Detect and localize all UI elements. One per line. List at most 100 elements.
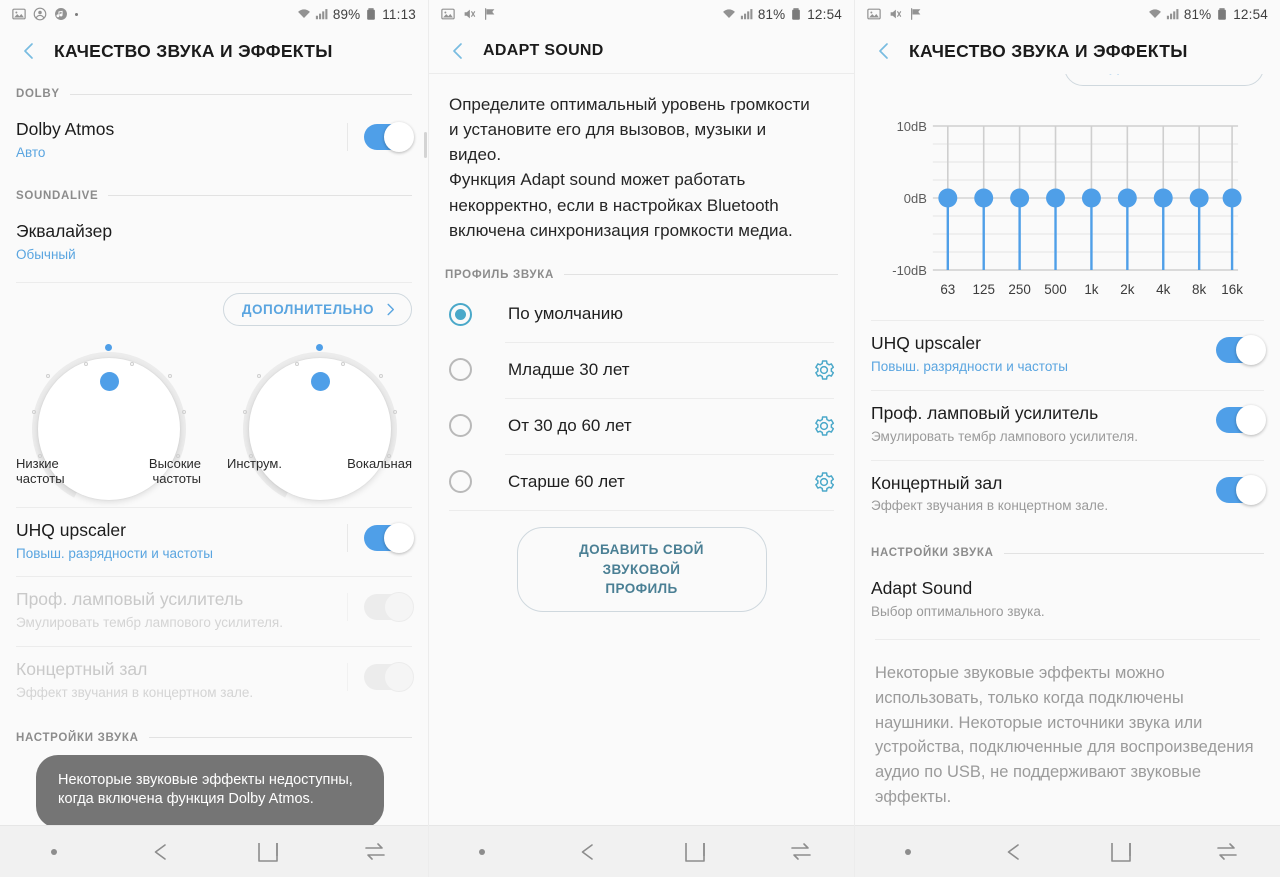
add-button-line-2: ПРОФИЛЬ: [605, 581, 678, 597]
advanced-button-1[interactable]: ДОПОЛНИТЕЛЬНО: [222, 292, 412, 326]
status-right-3: 81% 12:54: [1148, 7, 1268, 22]
profile-row-30to60[interactable]: От 30 до 60 лет: [429, 397, 854, 454]
wifi-icon: [297, 7, 311, 21]
status-left-icons-1: [12, 7, 78, 21]
toggle-knob: [384, 122, 414, 152]
nav-recents-2[interactable]: [748, 839, 854, 865]
section-dolby: DOLBY: [0, 74, 428, 106]
nav-home-2[interactable]: [642, 840, 748, 864]
dial-tick: [31, 409, 36, 414]
home-icon: [1110, 842, 1131, 862]
nav-back-2[interactable]: [535, 839, 641, 865]
nav-recents-3[interactable]: [1174, 839, 1280, 865]
concert-hall-toggle-3[interactable]: [1216, 474, 1266, 505]
row-texts: Проф. ламповый усилитель Эмулировать тем…: [16, 589, 347, 632]
row-subtitle: Эмулировать тембр лампового усилителя.: [16, 615, 283, 631]
row-equalizer[interactable]: Эквалайзер Обычный: [0, 208, 428, 278]
scrollbar-thumb-1[interactable]: [424, 132, 427, 158]
profile-row-under30[interactable]: Младше 30 лет: [429, 341, 854, 398]
profile-row-over60[interactable]: Старше 60 лет: [429, 453, 854, 510]
eq-handle-63: [938, 188, 958, 208]
clock-2: 12:54: [807, 6, 842, 22]
nav-home-3[interactable]: [1068, 840, 1174, 864]
row-adapt-sound[interactable]: Adapt Sound Выбор оптимального звука.: [855, 565, 1280, 639]
add-sound-profile-button[interactable]: ДОБАВИТЬ СВОЙ ЗВУКОВОЙ ПРОФИЛЬ: [516, 526, 767, 612]
status-left-icons-3: [867, 7, 923, 21]
nav-home-1[interactable]: [214, 840, 321, 864]
row-dolby-atmos[interactable]: Dolby Atmos Авто: [0, 106, 428, 176]
toggle-area: [347, 589, 414, 623]
image-icon: [867, 7, 881, 21]
nav-recents-1[interactable]: [321, 839, 428, 865]
radio-under30[interactable]: [449, 358, 472, 382]
back-button-1[interactable]: [12, 34, 46, 68]
row-tube-amp-3[interactable]: Проф. ламповый усилитель Эмулировать тем…: [855, 389, 1280, 460]
dolby-atmos-toggle[interactable]: [364, 122, 414, 152]
eq-xtick-4k: 4k: [1156, 282, 1170, 297]
nav-back-1[interactable]: [107, 839, 214, 865]
profile-row-default[interactable]: По умолчанию: [429, 287, 854, 342]
row-texts: Проф. ламповый усилитель Эмулировать тем…: [871, 403, 1216, 446]
tube-amp-toggle-3[interactable]: [1216, 404, 1266, 435]
desc-line: включена синхронизация громкости медиа.: [449, 220, 793, 240]
uhq-toggle-1[interactable]: [364, 522, 414, 553]
image-icon: [441, 7, 455, 21]
row-uhq-upscaler-3[interactable]: UHQ upscaler Повыш. разрядности и частот…: [855, 320, 1280, 390]
dial-tick: [129, 361, 134, 366]
nav-indicator-3[interactable]: [855, 848, 961, 855]
advanced-button-label: ДОПОЛНИТЕЛЬНО: [241, 301, 374, 317]
eq-xtick-125: 125: [972, 282, 994, 297]
chevron-right-icon: [387, 303, 394, 315]
desc-line: и установите его для вызовов, музыки и: [449, 120, 767, 140]
row-texts: UHQ upscaler Повыш. разрядности и частот…: [871, 333, 1216, 376]
row-uhq-upscaler-1[interactable]: UHQ upscaler Повыш. разрядности и частот…: [0, 506, 428, 577]
dial-tick: [256, 373, 261, 378]
signal-icon: [740, 7, 754, 21]
dot-indicator-icon: [905, 848, 912, 855]
eq-ytick-10db: 10dB: [897, 119, 927, 134]
row-title: Проф. ламповый усилитель: [16, 589, 244, 610]
back-button-3[interactable]: [867, 34, 901, 68]
desc-line: Функция Adapt sound может работать: [449, 170, 746, 190]
eq-handle-125: [974, 188, 994, 208]
row-title: UHQ upscaler: [871, 333, 981, 353]
equalizer-chart[interactable]: 10dB 0dB -10dB 63 125 250 500 1k 2k 4k 8…: [855, 100, 1280, 320]
nav-indicator-1[interactable]: [0, 848, 107, 855]
dial-instrument-vocal[interactable]: [222, 331, 417, 526]
home-icon: [257, 842, 278, 862]
nav-indicator-2[interactable]: [429, 848, 535, 855]
gear-icon[interactable]: [812, 414, 836, 438]
desc-line: Определите оптимальный уровень громкости: [449, 95, 810, 114]
section-sound-profile: ПРОФИЛЬ ЗВУКА: [429, 247, 854, 287]
panel2-scroll-body: Определите оптимальный уровень громкости…: [429, 74, 854, 825]
radio-over60[interactable]: [449, 470, 472, 494]
dial-tick: [392, 409, 397, 414]
eq-ytick-0db: 0dB: [904, 191, 927, 206]
battery-percent-1: 89%: [332, 6, 361, 22]
nav-bar-2: [429, 825, 854, 877]
advanced-button-clipped-wrap: ДОПОЛНИТЕЛЬНО: [855, 74, 1280, 100]
radio-default[interactable]: [449, 302, 472, 326]
row-tube-amp-1: Проф. ламповый усилитель Эмулировать тем…: [0, 576, 428, 646]
advanced-button-3[interactable]: ДОПОЛНИТЕЛЬНО: [1064, 74, 1264, 86]
dial-handle[interactable]: [99, 371, 119, 391]
uhq-toggle-3[interactable]: [1216, 335, 1266, 365]
eq-band-1k: [1081, 126, 1101, 270]
radio-30to60[interactable]: [449, 414, 472, 438]
page-title-3: КАЧЕСТВО ЗВУКА И ЭФФЕКТЫ: [909, 40, 1188, 61]
profile-label: Старше 60 лет: [508, 471, 625, 491]
section-rule: [108, 195, 412, 197]
dial-handle[interactable]: [310, 371, 330, 391]
row-concert-hall-3[interactable]: Концертный зал Эффект звучания в концерт…: [855, 459, 1280, 530]
gear-icon[interactable]: [812, 470, 836, 494]
flag-icon: [483, 7, 497, 21]
dial-tick: [83, 361, 88, 366]
dial-cell-bass-treble: Низкие частоты Высокие частоты: [10, 331, 207, 526]
back-button-2[interactable]: [441, 34, 475, 68]
eq-band-16k: [1222, 126, 1242, 270]
eq-band-500: [1046, 126, 1066, 270]
gear-icon[interactable]: [812, 358, 836, 382]
eq-xtick-250: 250: [1008, 282, 1030, 297]
nav-back-3[interactable]: [961, 839, 1067, 865]
equalizer-svg[interactable]: 10dB 0dB -10dB 63 125 250 500 1k 2k 4k 8…: [871, 108, 1264, 318]
